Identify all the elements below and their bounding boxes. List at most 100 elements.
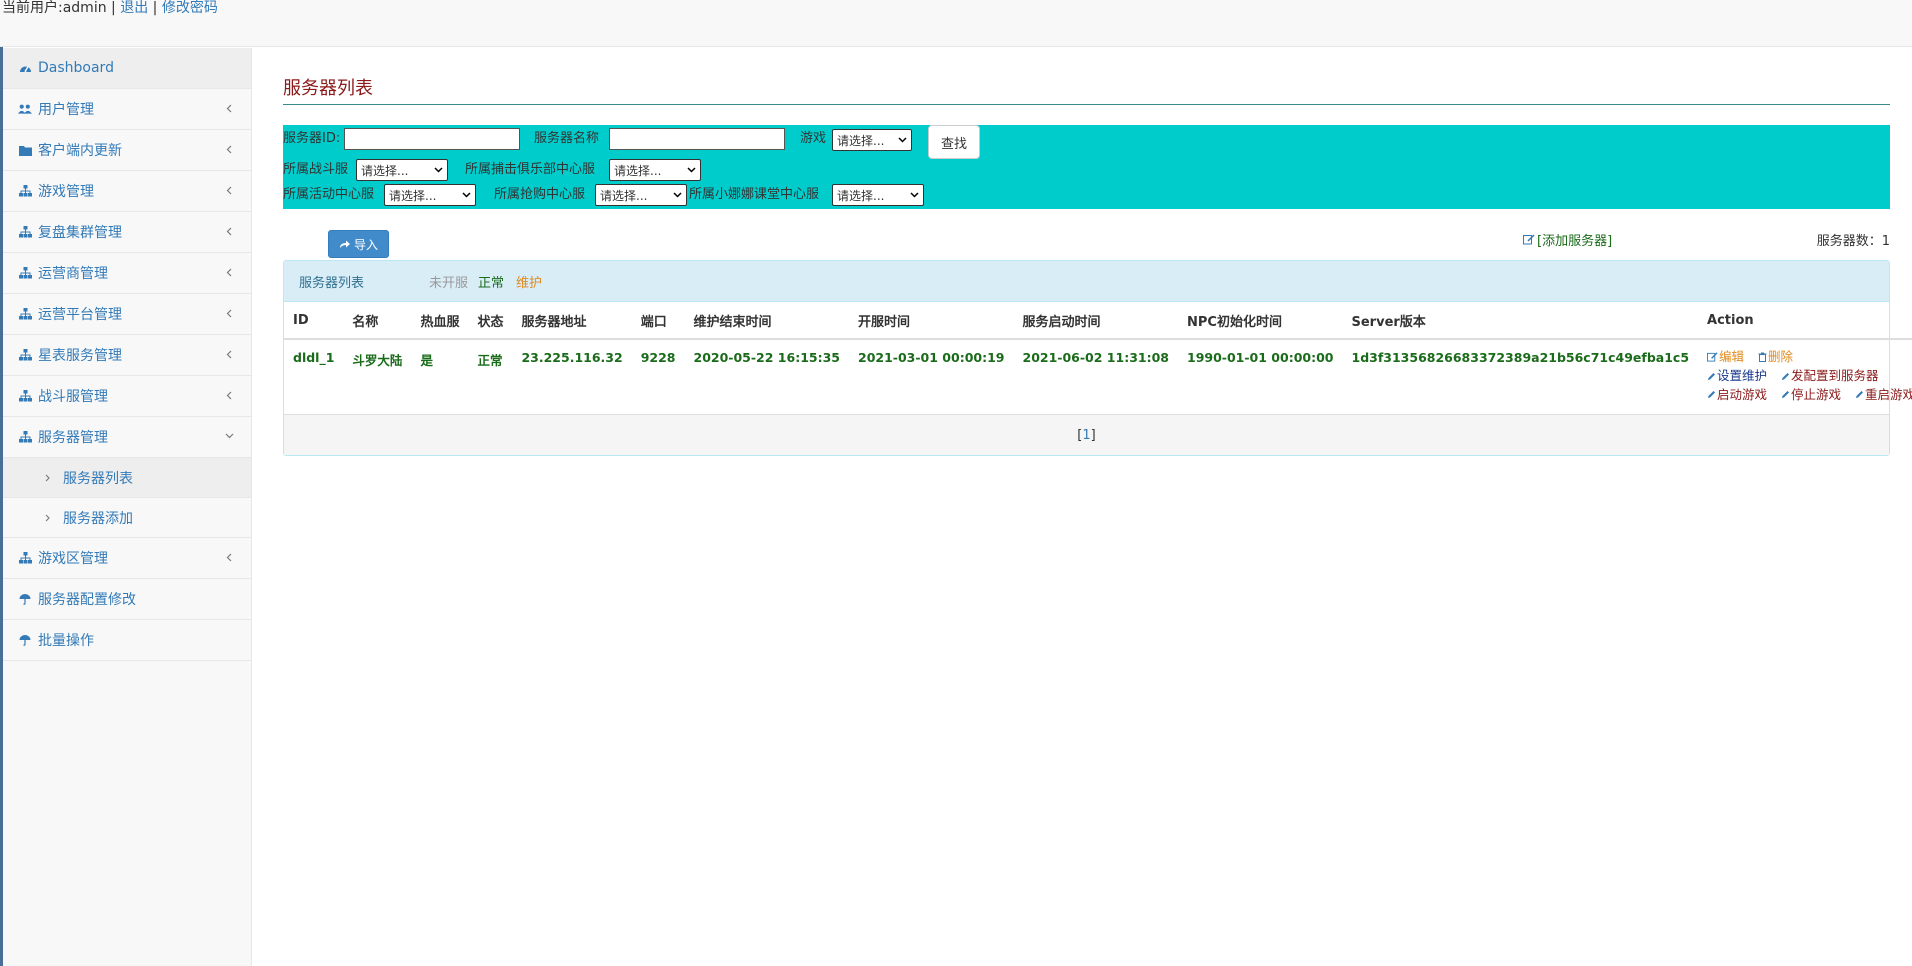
add-server-link[interactable]: [添加服务器]	[1523, 230, 1612, 249]
folder-icon	[18, 143, 32, 157]
pager-bracket-right: ]	[1090, 427, 1096, 443]
column-header[interactable]: 维护结束时间	[684, 302, 849, 340]
dashboard-icon	[18, 61, 32, 75]
sidebar-item-label: 服务器配置修改	[38, 592, 136, 608]
delete-link[interactable]: 删除	[1758, 348, 1793, 366]
sidebar-item-platform[interactable]: 运营平台管理	[3, 294, 251, 335]
pagination: [ 1 ]	[284, 414, 1889, 455]
class-select[interactable]: 请选择...	[832, 184, 924, 206]
server-count: 服务器数：1	[1816, 234, 1890, 249]
cell-maintain-end: 2020-05-22 16:15:35	[693, 350, 841, 365]
edit-link[interactable]: 编辑	[1707, 348, 1744, 366]
add-server-label: [添加服务器]	[1537, 234, 1613, 249]
column-header[interactable]: Server版本	[1342, 302, 1699, 340]
server-id-label: 服务器ID:	[283, 131, 341, 146]
club-select[interactable]: 请选择...	[609, 159, 701, 181]
sidebar-item-label: 用户管理	[38, 102, 94, 118]
stop-game-label: 停止游戏	[1791, 386, 1842, 402]
set-maintain-link[interactable]: 设置维护	[1707, 367, 1767, 385]
edit-icon	[1707, 352, 1718, 362]
sidebar-item-game-zone[interactable]: 游戏区管理	[3, 538, 251, 579]
server-id-input[interactable]	[344, 128, 520, 150]
column-header[interactable]: 服务器地址	[512, 302, 632, 340]
chevron-down-icon	[910, 192, 919, 198]
sitemap-icon	[18, 184, 32, 198]
column-header[interactable]: NPC初始化时间	[1178, 302, 1343, 340]
select-value: 请选择...	[837, 188, 885, 203]
sidebar-item-client-update[interactable]: 客户端内更新	[3, 130, 251, 171]
game-select[interactable]: 请选择...	[832, 129, 912, 151]
trash-icon	[1758, 352, 1767, 362]
cell-address: 23.225.116.32	[521, 350, 623, 365]
sidebar-item-replay-cluster[interactable]: 复盘集群管理	[3, 212, 251, 253]
sidebar-item-server-config[interactable]: 服务器配置修改	[3, 579, 251, 620]
chevron-right-icon	[45, 514, 55, 522]
select-value: 请选择...	[614, 163, 662, 178]
sidebar-item-label: 游戏管理	[38, 184, 94, 200]
cell-id: dldl_1	[293, 350, 335, 365]
sitemap-icon	[18, 430, 32, 444]
sidebar-item-battle-server[interactable]: 战斗服管理	[3, 376, 251, 417]
search-button[interactable]: 查找	[928, 125, 980, 159]
sitemap-icon	[18, 266, 32, 280]
sidebar-item-star-service[interactable]: 星表服务管理	[3, 335, 251, 376]
page-link-1[interactable]: 1	[1082, 428, 1090, 443]
column-header[interactable]: 开服时间	[849, 302, 1014, 340]
sidebar-item-dashboard[interactable]: Dashboard	[3, 48, 251, 89]
chevron-down-icon	[673, 192, 682, 198]
sidebar-subitem-server-add[interactable]: 服务器添加	[3, 498, 251, 538]
legend-normal: 正常	[478, 275, 505, 291]
chevron-left-icon	[223, 184, 235, 196]
battle-select[interactable]: 请选择...	[356, 159, 448, 181]
server-name-input[interactable]	[609, 128, 785, 150]
sidebar-subitem-server-list[interactable]: 服务器列表	[3, 458, 251, 498]
column-header[interactable]: 端口	[631, 302, 685, 340]
rush-select[interactable]: 请选择...	[595, 184, 687, 206]
set-maintain-label: 设置维护	[1717, 368, 1768, 383]
restart-game-link[interactable]: 重启游戏	[1855, 386, 1912, 404]
sitemap-icon	[18, 307, 32, 321]
chevron-down-icon	[898, 137, 907, 143]
sidebar-item-game[interactable]: 游戏管理	[3, 171, 251, 212]
umbrella-icon	[18, 633, 32, 647]
logout-link[interactable]: 退出	[120, 0, 148, 16]
cell-hot: 是	[420, 353, 433, 368]
chevron-down-icon	[223, 430, 235, 442]
chevron-down-icon	[434, 167, 443, 173]
column-header[interactable]: Action	[1698, 302, 1912, 340]
import-button[interactable]: 导入	[328, 230, 389, 258]
activity-select[interactable]: 请选择...	[384, 184, 476, 206]
select-value: 请选择...	[600, 188, 648, 203]
restart-game-label: 重启游戏	[1865, 386, 1912, 402]
column-header[interactable]: 状态	[468, 302, 513, 340]
table-header-row: ID 名称 热血服 状态 服务器地址 端口 维护结束时间 开服时间 服务启动时间…	[284, 302, 1912, 340]
sidebar-item-label: 复盘集群管理	[38, 225, 122, 241]
sidebar-item-users[interactable]: 用户管理	[3, 89, 251, 130]
column-header[interactable]: 名称	[343, 302, 412, 340]
send-config-link[interactable]: 发配置到服务器	[1781, 367, 1879, 385]
chevron-left-icon	[223, 389, 235, 401]
cell-status: 正常	[477, 353, 503, 368]
column-header[interactable]: 服务启动时间	[1013, 302, 1178, 340]
send-config-label: 发配置到服务器	[1791, 368, 1879, 383]
change-password-link[interactable]: 修改密码	[162, 0, 218, 16]
legend-maintain: 维护	[516, 275, 543, 291]
sidebar-item-label: Dashboard	[38, 60, 114, 76]
edit-label: 编辑	[1719, 349, 1745, 364]
class-label: 所属小娜娜课堂中心服	[689, 187, 820, 202]
delete-label: 删除	[1768, 349, 1794, 364]
sidebar-item-server-management[interactable]: 服务器管理	[3, 417, 251, 458]
game-label: 游戏	[800, 131, 827, 146]
table-row: dldl_1 斗罗大陆 是 正常 23.225.116.32 9228 2020…	[284, 339, 1912, 414]
cell-version: 1d3f31356826683372389a21b56c71c49efba1c5	[1351, 350, 1690, 365]
column-header[interactable]: ID	[284, 302, 344, 340]
pencil-icon	[1856, 391, 1864, 398]
column-header[interactable]: 热血服	[411, 302, 469, 340]
start-game-link[interactable]: 启动游戏	[1707, 386, 1767, 404]
chevron-left-icon	[223, 143, 235, 155]
sidebar-item-operator[interactable]: 运营商管理	[3, 253, 251, 294]
sidebar: Dashboard 用户管理 客户端内更新 游戏管理 复盘集群管理 运营商管理	[3, 48, 252, 966]
umbrella-icon	[18, 592, 32, 606]
stop-game-link[interactable]: 停止游戏	[1781, 386, 1841, 404]
sidebar-item-batch[interactable]: 批量操作	[3, 620, 251, 661]
